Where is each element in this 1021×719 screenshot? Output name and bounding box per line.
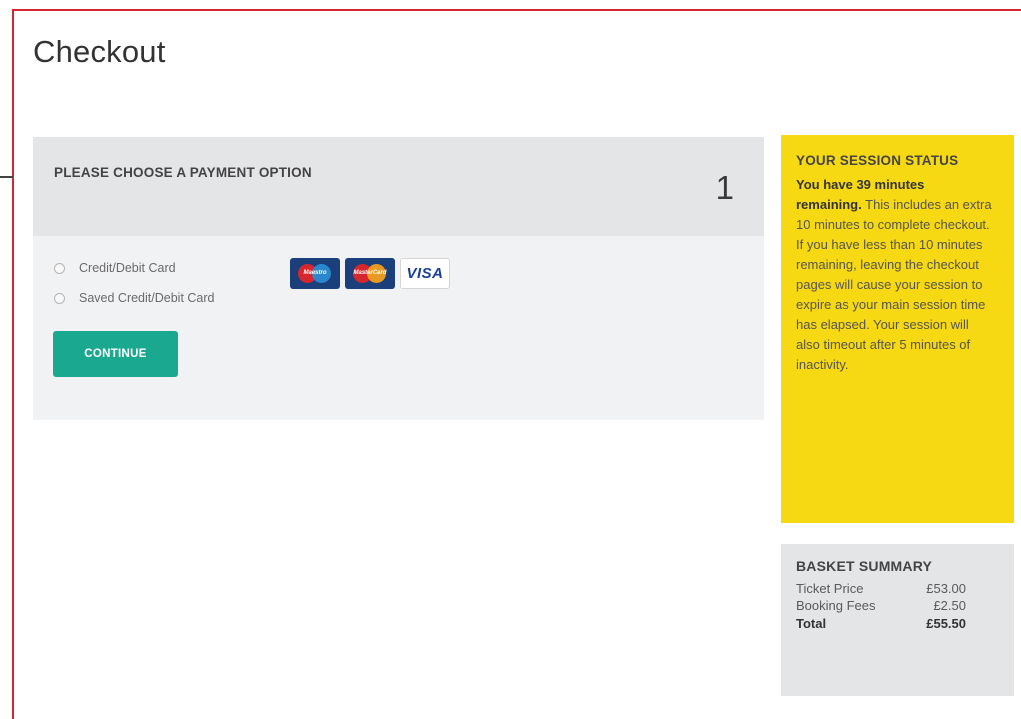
basket-row-ticket-price: Ticket Price £53.00 bbox=[796, 580, 966, 597]
session-status-box: YOUR SESSION STATUS You have 39 minutes … bbox=[781, 135, 1014, 523]
visa-logo-text: VISA bbox=[406, 265, 444, 282]
basket-summary-box: BASKET SUMMARY Ticket Price £53.00 Booki… bbox=[781, 544, 1014, 696]
mastercard-logo-text: MasterCard bbox=[353, 270, 387, 276]
basket-total-amount: £55.50 bbox=[926, 616, 966, 631]
basket-summary-table: Ticket Price £53.00 Booking Fees £2.50 T… bbox=[796, 580, 966, 632]
payment-option-saved-card[interactable]: Saved Credit/Debit Card bbox=[54, 291, 214, 305]
radio-credit-debit-card[interactable] bbox=[54, 262, 65, 274]
basket-row-booking-fees: Booking Fees £2.50 bbox=[796, 597, 966, 614]
basket-row-amount: £2.50 bbox=[933, 598, 966, 613]
frame-border-left bbox=[12, 9, 14, 719]
frame-border-top bbox=[12, 9, 1021, 11]
basket-row-label: Ticket Price bbox=[796, 581, 864, 596]
payment-option-label: Credit/Debit Card bbox=[79, 261, 176, 275]
card-logos: Maestro MasterCard VISA bbox=[290, 258, 450, 289]
visa-logo-icon: VISA bbox=[400, 258, 450, 289]
step-number: 1 bbox=[715, 169, 734, 206]
session-status-body: You have 39 minutes remaining. This incl… bbox=[796, 175, 992, 375]
payment-option-credit-debit-card[interactable]: Credit/Debit Card bbox=[54, 261, 176, 275]
frame-tick-mark bbox=[0, 176, 13, 178]
basket-row-amount: £53.00 bbox=[926, 581, 966, 596]
maestro-logo-icon: Maestro bbox=[290, 258, 340, 289]
payment-option-label: Saved Credit/Debit Card bbox=[79, 291, 215, 305]
session-status-title: YOUR SESSION STATUS bbox=[796, 153, 959, 168]
basket-total-label: Total bbox=[796, 616, 827, 631]
session-details-text: This includes an extra 10 minutes to com… bbox=[796, 197, 992, 372]
payment-panel-header: PLEASE CHOOSE A PAYMENT OPTION 1 bbox=[33, 137, 764, 236]
page-title: Checkout bbox=[33, 34, 166, 69]
payment-panel: PLEASE CHOOSE A PAYMENT OPTION 1 Credit/… bbox=[33, 137, 764, 420]
basket-summary-title: BASKET SUMMARY bbox=[796, 558, 933, 574]
continue-button[interactable]: CONTINUE bbox=[53, 331, 178, 377]
basket-row-total: Total £55.50 bbox=[796, 614, 966, 632]
maestro-logo-text: Maestro bbox=[303, 270, 327, 276]
mastercard-logo-icon: MasterCard bbox=[345, 258, 395, 289]
basket-row-label: Booking Fees bbox=[796, 598, 876, 613]
radio-saved-card[interactable] bbox=[54, 292, 65, 304]
payment-heading: PLEASE CHOOSE A PAYMENT OPTION bbox=[54, 165, 312, 180]
